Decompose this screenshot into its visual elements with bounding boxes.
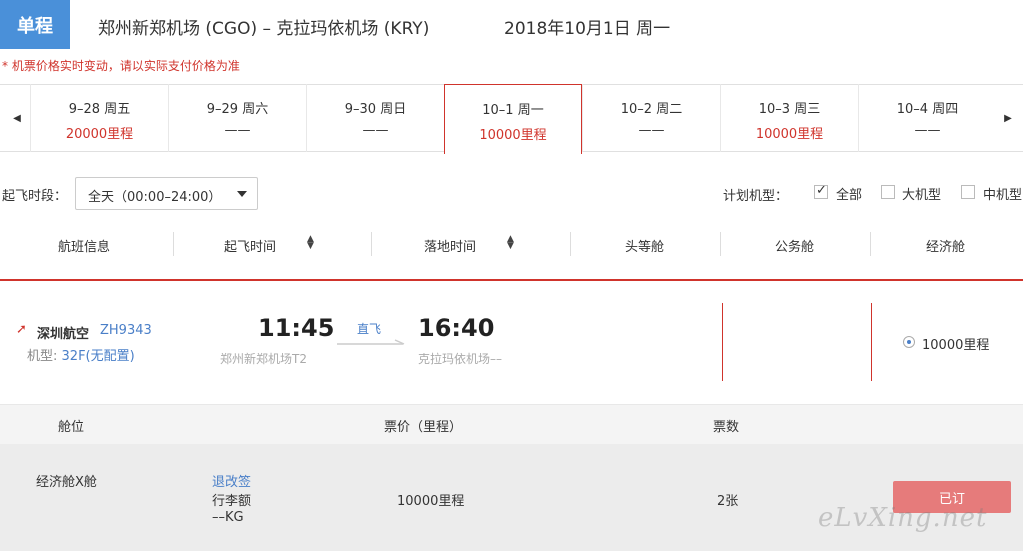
route-title: 郑州新郑机场 (CGO) – 克拉玛依机场 (KRY) (98, 19, 430, 39)
economy-column-divider (871, 303, 872, 381)
date-tab-price: —— (362, 123, 389, 138)
plane-type-value[interactable]: 32F(无配置) (62, 349, 135, 364)
date-tab-price: 10000里程 (755, 127, 824, 142)
all-types-label: 全部 (836, 188, 863, 203)
col-divider (870, 232, 871, 256)
cabin-header: 舱位 (58, 420, 85, 435)
prev-dates-button[interactable]: ◀ (2, 84, 32, 152)
watermark: eLvXing.net (818, 503, 988, 533)
date-tab-price: 10000里程 (479, 128, 547, 143)
col-divider (570, 232, 571, 256)
next-dates-button[interactable]: ▶ (993, 84, 1023, 152)
sort-icon[interactable]: ▲ ▼ (507, 235, 514, 251)
economy-fare-radio[interactable] (903, 336, 915, 348)
medium-type-label: 中机型 (983, 188, 1023, 203)
departure-period-select[interactable]: 全天（00:00–24:00） (75, 177, 258, 210)
direct-flight-label: 直飞 (357, 322, 382, 336)
chevron-left-icon: ◀ (13, 112, 21, 124)
date-tab-label: 10–1 周一 (482, 103, 544, 118)
header-divider (0, 279, 1023, 281)
chevron-right-icon: ▶ (1004, 112, 1012, 124)
refund-change-link[interactable]: 退改签 (212, 471, 251, 490)
large-type-label: 大机型 (902, 188, 942, 203)
date-tab[interactable]: 9–30 周日 —— (306, 84, 444, 152)
date-tab[interactable]: 10–4 周四 —— (858, 84, 996, 152)
baggage-value: ––KG (212, 510, 244, 525)
ticket-count: 2张 (717, 494, 739, 509)
arrival-time: 16:40 (418, 314, 495, 342)
large-type-checkbox[interactable] (881, 185, 895, 199)
cabin-table-header (0, 404, 1023, 444)
medium-type-checkbox[interactable] (961, 185, 975, 199)
date-tab[interactable]: 10–2 周二 —— (582, 84, 720, 152)
price-header: 票价（里程） (384, 420, 463, 435)
date-tab-label: 10–4 周四 (896, 102, 959, 117)
price-notice: * 机票价格实时变动，请以实际支付价格为准 (2, 59, 240, 73)
selected-date: 2018年10月1日 周一 (504, 19, 671, 39)
departure-time: 11:45 (258, 314, 335, 342)
route-arrow-icon (337, 339, 405, 345)
date-tab-label: 9–28 周五 (68, 102, 131, 117)
table-row (0, 444, 1023, 551)
airline-name: 深圳航空 (37, 327, 90, 342)
plane-type-label: 机型: (27, 349, 58, 364)
date-tab-label: 10–2 周二 (620, 102, 683, 117)
airline-logo-icon: ➚ (16, 322, 27, 337)
col-divider (720, 232, 721, 256)
plane-type-filter-label: 计划机型： (723, 189, 789, 204)
date-tab-label: 9–29 周六 (206, 102, 269, 117)
date-tab-label: 9–30 周日 (344, 102, 407, 117)
col-arrive-time[interactable]: 落地时间 (424, 236, 476, 255)
economy-fare-price[interactable]: 10000里程 (922, 334, 989, 353)
col-divider (173, 232, 174, 256)
col-divider (371, 232, 372, 256)
fare-price: 10000里程 (397, 494, 465, 509)
date-tab[interactable]: 9–29 周六 —— (168, 84, 306, 152)
col-first-class: 头等舱 (625, 240, 665, 255)
cabin-name: 经济舱X舱 (36, 475, 97, 490)
date-tab[interactable]: 10–3 周三 10000里程 (720, 84, 858, 152)
arrival-airport: 克拉玛依机场–– (418, 352, 503, 366)
departure-period-value: 全天（00:00–24:00） (88, 190, 222, 205)
count-header: 票数 (713, 420, 740, 435)
flight-number-link[interactable]: ZH9343 (100, 323, 152, 338)
date-tab-active[interactable]: 10–1 周一 10000里程 (444, 84, 582, 154)
col-depart-time[interactable]: 起飞时间 (224, 236, 276, 255)
date-tab-label: 10–3 周三 (758, 102, 821, 117)
departure-period-label: 起飞时段： (2, 189, 68, 204)
business-column-divider (722, 303, 723, 381)
col-flight-info: 航班信息 (58, 240, 111, 255)
all-types-checkbox[interactable] (814, 183, 828, 199)
date-tab-price: —— (224, 123, 251, 138)
plane-type: 机型: 32F(无配置) (27, 345, 135, 364)
col-economy-class: 经济舱 (926, 240, 966, 255)
date-tab-price: 20000里程 (65, 127, 134, 142)
sort-icon[interactable]: ▲ ▼ (307, 235, 314, 251)
caret-down-icon (237, 191, 247, 197)
date-tab-price: —— (638, 123, 665, 138)
baggage-label: 行李额 (212, 494, 252, 509)
date-tab-price: —— (914, 123, 941, 138)
col-business-class: 公务舱 (775, 240, 815, 255)
date-tab[interactable]: 9–28 周五 20000里程 (30, 84, 168, 152)
departure-airport: 郑州新郑机场T2 (220, 352, 307, 366)
trip-type-badge[interactable]: 单程 (0, 0, 70, 49)
